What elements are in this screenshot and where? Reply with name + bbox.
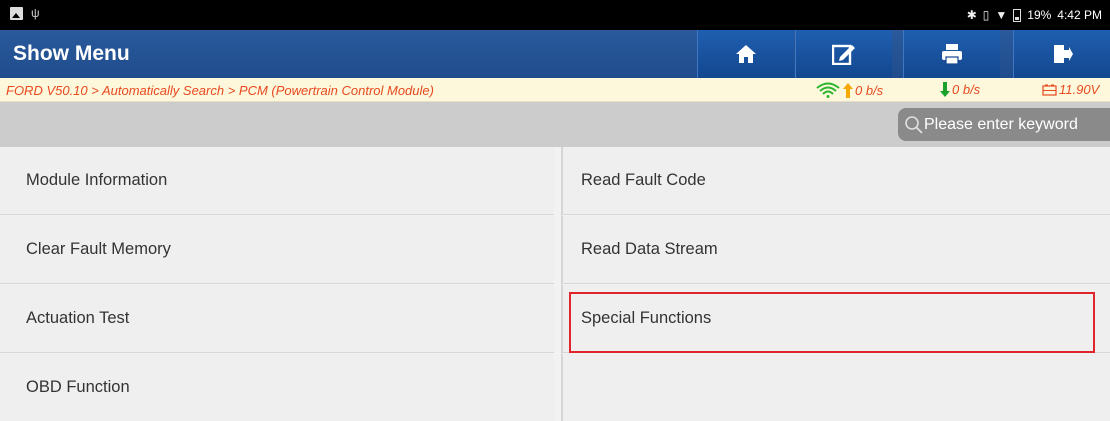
breadcrumb-bar: FORD V50.10 > Automatically Search > PCM… bbox=[0, 78, 1110, 102]
menu-item-module-information[interactable]: Module Information bbox=[0, 147, 554, 215]
download-indicator: 0 b/s bbox=[940, 82, 980, 97]
menu-item-empty bbox=[562, 354, 1110, 421]
print-button[interactable] bbox=[903, 30, 1000, 78]
menu-item-label: Module Information bbox=[26, 171, 168, 189]
search-strip bbox=[0, 102, 1110, 147]
exit-icon bbox=[1054, 45, 1073, 63]
upload-arrow-icon bbox=[843, 82, 853, 98]
search-icon bbox=[905, 115, 923, 134]
battery-percent: 19% bbox=[1027, 8, 1052, 22]
menu-item-read-data-stream[interactable]: Read Data Stream bbox=[562, 216, 1110, 284]
title-bar: Show Menu bbox=[0, 30, 1110, 78]
clock: 4:42 PM bbox=[1057, 8, 1102, 22]
menu-item-read-fault-code[interactable]: Read Fault Code bbox=[562, 147, 1110, 215]
menu-item-label: Special Functions bbox=[581, 309, 712, 327]
battery-icon bbox=[1013, 8, 1022, 22]
breadcrumb: FORD V50.10 > Automatically Search > PCM… bbox=[6, 83, 434, 98]
menu-item-label: Read Fault Code bbox=[581, 171, 706, 189]
status-bar-left: ψ bbox=[10, 7, 40, 20]
status-bar: ψ ✱ ▯ ▼ 19% 4:42 PM bbox=[0, 0, 1110, 30]
bluetooth-icon: ✱ bbox=[966, 8, 977, 22]
download-rate: 0 b/s bbox=[952, 82, 981, 97]
car-battery-icon bbox=[1042, 84, 1057, 96]
home-icon bbox=[736, 45, 756, 63]
page-title: Show Menu bbox=[13, 42, 130, 65]
home-button[interactable] bbox=[697, 30, 794, 78]
menu-item-clear-fault-memory[interactable]: Clear Fault Memory bbox=[0, 216, 554, 284]
wifi-signal-icon bbox=[816, 82, 840, 98]
menu-item-actuation-test[interactable]: Actuation Test bbox=[0, 285, 554, 353]
menu-item-special-functions[interactable]: Special Functions bbox=[562, 285, 1110, 353]
menu-item-label: Clear Fault Memory bbox=[26, 240, 171, 258]
menu-item-obd-function[interactable]: OBD Function bbox=[0, 354, 554, 421]
voltage-indicator: 11.90V bbox=[1042, 82, 1099, 97]
menu-item-label: Actuation Test bbox=[26, 309, 130, 327]
search-box[interactable] bbox=[898, 108, 1110, 141]
exit-button[interactable] bbox=[1013, 30, 1110, 78]
status-bar-right: ✱ ▯ ▼ 19% 4:42 PM bbox=[967, 8, 1102, 22]
vibrate-icon: ▯ bbox=[982, 8, 990, 22]
image-icon bbox=[10, 7, 23, 20]
function-menu: Module Information Read Fault Code Clear… bbox=[0, 147, 1110, 421]
usb-icon: ψ bbox=[31, 6, 40, 20]
report-button[interactable] bbox=[795, 30, 892, 78]
menu-item-label: Read Data Stream bbox=[581, 240, 718, 258]
upload-rate: 0 b/s bbox=[855, 82, 884, 98]
wifi-icon: ▼ bbox=[995, 8, 1008, 22]
download-arrow-icon bbox=[940, 82, 950, 97]
search-input[interactable] bbox=[924, 115, 1104, 134]
voltage-value: 11.90V bbox=[1059, 82, 1100, 97]
upload-indicator: 0 b/s bbox=[815, 82, 883, 98]
print-icon bbox=[942, 44, 962, 65]
menu-item-label: OBD Function bbox=[26, 378, 130, 396]
edit-report-icon bbox=[832, 44, 855, 65]
